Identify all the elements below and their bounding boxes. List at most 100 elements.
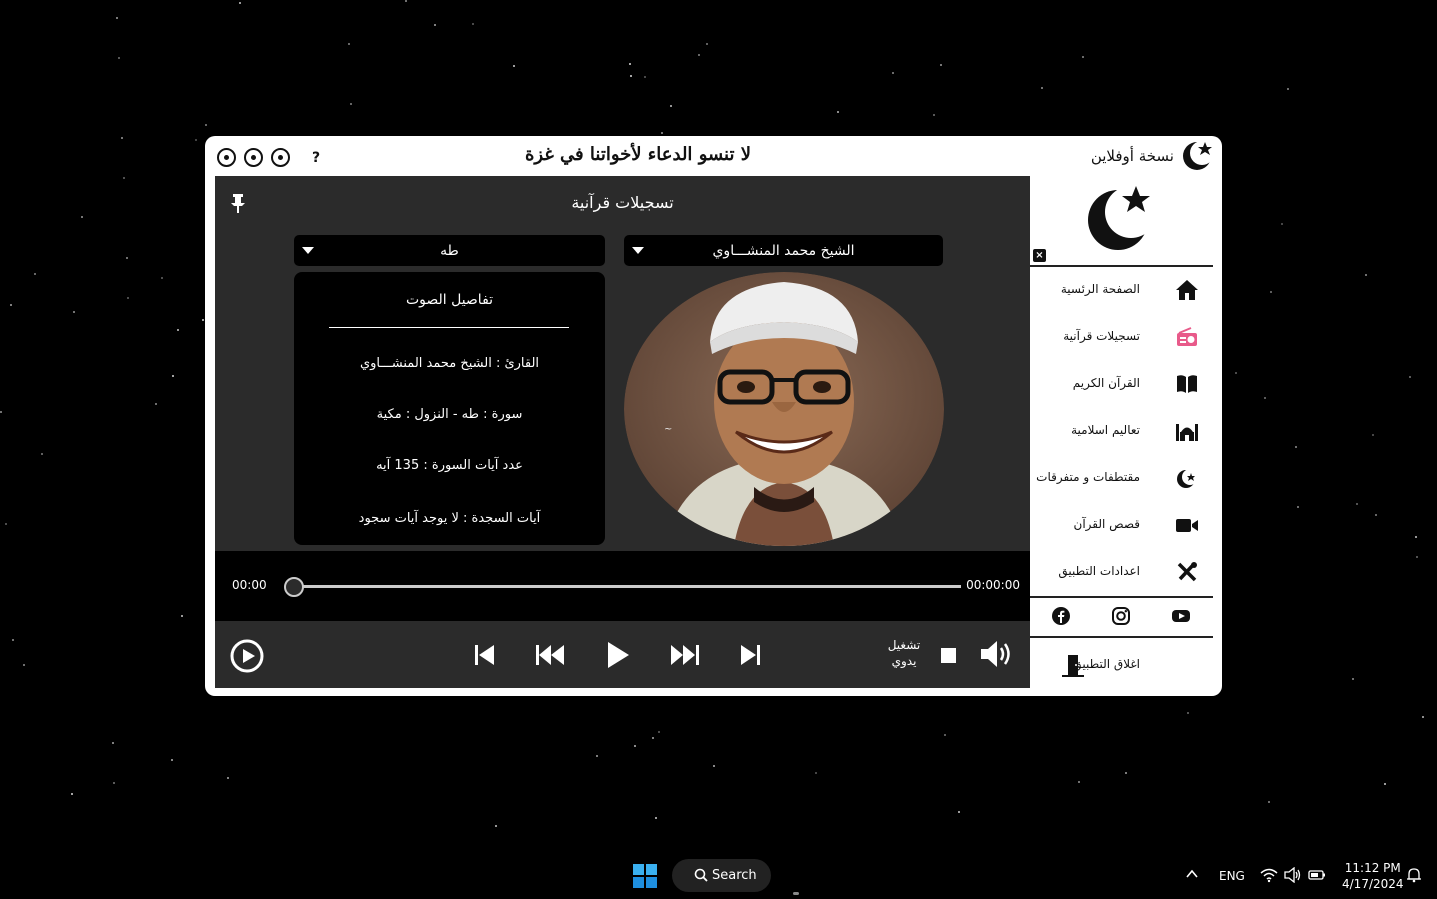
book-icon — [1177, 375, 1197, 393]
star — [81, 216, 83, 218]
sidebar-item-recordings[interactable]: تسجيلات قرآنية — [1030, 317, 1213, 357]
star — [1264, 397, 1266, 399]
star — [405, 0, 407, 2]
divider — [1030, 596, 1213, 598]
crescent-star-logo-icon — [1088, 186, 1156, 250]
star — [1415, 536, 1417, 538]
star — [239, 2, 241, 4]
sidebar-item-excerpts[interactable]: مقتطفات و متفرقات — [1030, 458, 1213, 498]
rewind-icon[interactable] — [535, 644, 565, 666]
audio-details-card: تفاصيل الصوت القارئ : الشيخ محمد المنشــ… — [294, 272, 605, 545]
sidebar-item-label: اعدادات التطبيق — [1058, 564, 1140, 578]
star — [1295, 446, 1297, 448]
skip-previous-icon[interactable] — [474, 642, 496, 668]
star — [944, 734, 946, 736]
exit-app-button[interactable]: اغلاق التطبيق — [1030, 646, 1213, 686]
sidebar-item-home[interactable]: الصفحة الرئسية — [1030, 270, 1213, 310]
star — [495, 825, 497, 827]
star — [940, 64, 942, 66]
search-label: Search — [712, 868, 757, 883]
star — [1235, 372, 1237, 374]
window-controls: ? — [217, 148, 320, 167]
star — [1375, 514, 1377, 516]
tools-icon — [1177, 562, 1197, 582]
close-window-button[interactable] — [217, 148, 236, 167]
youtube-icon[interactable] — [1171, 606, 1191, 626]
speaker-icon[interactable] — [1284, 867, 1302, 883]
facebook-icon[interactable] — [1051, 606, 1071, 626]
star — [161, 277, 163, 279]
sidebar-close-button[interactable]: × — [1033, 249, 1046, 262]
sidebar-item-label: تعاليم اسلامية — [1071, 423, 1140, 437]
chevron-up-icon[interactable] — [1186, 869, 1198, 879]
clock[interactable]: 11:12 PM 4/17/2024 — [1342, 860, 1404, 892]
taskbar-search[interactable]: Search — [672, 859, 771, 892]
sidebar-item-label: قصص القرآن — [1073, 517, 1141, 531]
surah-select-value: طه — [440, 242, 459, 259]
svg-text:~: ~ — [664, 424, 672, 435]
star — [1416, 556, 1418, 558]
star — [1352, 678, 1354, 680]
help-button[interactable]: ? — [312, 150, 320, 166]
sidebar-item-quran[interactable]: القرآن الكريم — [1030, 364, 1213, 404]
surah-detail: سورة : طه - النزول : مكية — [376, 407, 523, 422]
star — [348, 43, 350, 45]
reciter-select[interactable]: الشيخ محمد المنشـــاوي — [624, 235, 943, 266]
sidebar-item-label: القرآن الكريم — [1072, 376, 1140, 390]
star — [116, 17, 118, 19]
star — [1384, 783, 1386, 785]
star — [1287, 88, 1289, 90]
battery-icon[interactable] — [1308, 867, 1326, 883]
search-icon — [694, 868, 708, 882]
star — [1268, 801, 1270, 803]
maximize-window-button[interactable] — [244, 148, 263, 167]
offline-version-label: نسخة أوفلاين — [1090, 147, 1174, 165]
surah-select[interactable]: طه — [294, 235, 605, 266]
progress-handle[interactable] — [284, 577, 304, 597]
video-icon — [1176, 519, 1198, 532]
current-time: 00:00 — [232, 578, 267, 592]
star — [126, 257, 128, 259]
star — [123, 177, 125, 179]
sidebar: × الصفحة الرئسية تسجيلات قرآنية القرآن ا… — [1030, 176, 1213, 688]
sidebar-item-teachings[interactable]: تعاليم اسلامية — [1030, 411, 1213, 451]
instagram-icon[interactable] — [1111, 606, 1131, 626]
volume-icon[interactable] — [980, 640, 1016, 668]
wifi-icon[interactable] — [1260, 867, 1278, 883]
star — [1297, 506, 1299, 508]
clock-date: 4/17/2024 — [1342, 877, 1404, 891]
manual-play-line2: يدوي — [891, 654, 917, 668]
autoplay-circle-icon[interactable] — [230, 639, 264, 673]
star — [227, 777, 229, 779]
star — [658, 731, 660, 733]
star — [23, 664, 25, 666]
clock-time: 11:12 PM — [1344, 861, 1401, 875]
ayat-count-detail: عدد آيات السورة : 135 آيه — [376, 458, 523, 473]
star — [1041, 87, 1043, 89]
play-icon[interactable] — [606, 641, 630, 669]
star — [698, 54, 700, 56]
star — [434, 24, 436, 26]
progress-track[interactable] — [293, 585, 961, 588]
star — [1422, 716, 1424, 718]
language-indicator[interactable]: ENG — [1219, 869, 1245, 883]
sidebar-item-settings[interactable]: اعدادات التطبيق — [1030, 552, 1213, 592]
fast-forward-icon[interactable] — [670, 644, 700, 666]
star — [655, 817, 657, 819]
taskbar: Search ENG 11:12 PM 4/17/2024 — [0, 851, 1437, 899]
star — [112, 742, 114, 744]
skip-next-icon[interactable] — [739, 642, 761, 668]
star — [121, 137, 123, 139]
notification-bell-icon[interactable] — [1405, 867, 1423, 883]
stop-icon[interactable] — [941, 648, 956, 663]
manual-play-toggle[interactable]: تشغيل يدوي — [881, 637, 927, 669]
star — [71, 793, 73, 795]
star — [629, 63, 631, 65]
crescent-star-logo-icon — [1183, 141, 1214, 170]
divider — [329, 327, 569, 328]
minimize-window-button[interactable] — [271, 148, 290, 167]
windows-start-icon[interactable] — [633, 864, 657, 888]
sidebar-item-stories[interactable]: قصص القرآن — [1030, 505, 1213, 545]
chevron-down-icon — [302, 247, 314, 254]
star — [815, 772, 817, 774]
